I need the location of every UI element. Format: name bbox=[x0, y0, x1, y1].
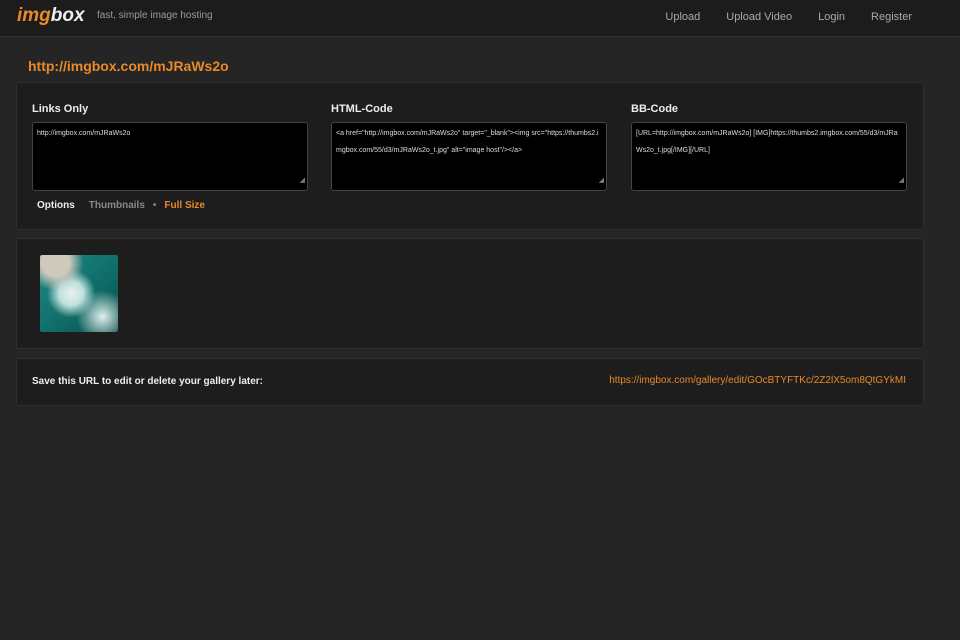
logo[interactable]: imgbox bbox=[17, 5, 85, 27]
options-bar: Options Thumbnails • Full Size bbox=[37, 200, 205, 211]
nav-upload-video[interactable]: Upload Video bbox=[726, 11, 792, 23]
nav-upload[interactable]: Upload bbox=[665, 11, 700, 23]
nav-register[interactable]: Register bbox=[871, 11, 912, 23]
bb-code-text: [URL=http://imgbox.com/mJRaWs2o] [IMG]ht… bbox=[636, 130, 898, 154]
resize-grip-icon[interactable]: ◢ bbox=[899, 172, 904, 189]
nav-login[interactable]: Login bbox=[818, 11, 845, 23]
edit-gallery-link[interactable]: https://imgbox.com/gallery/edit/GOcBTYFT… bbox=[609, 375, 906, 386]
links-only-textarea[interactable]: http://imgbox.com/mJRaWs2o ◢ bbox=[32, 122, 308, 191]
options-label: Options bbox=[37, 200, 75, 211]
gallery-link[interactable]: http://imgbox.com/mJRaWs2o bbox=[28, 58, 229, 74]
html-code-label: HTML-Code bbox=[331, 103, 393, 115]
bb-code-section: BB-Code [URL=http://imgbox.com/mJRaWs2o]… bbox=[631, 103, 907, 191]
bb-code-label: BB-Code bbox=[631, 103, 679, 115]
image-thumbnail[interactable] bbox=[40, 255, 118, 332]
html-code-textarea[interactable]: <a href="http://imgbox.com/mJRaWs2o" tar… bbox=[331, 122, 607, 191]
resize-grip-icon[interactable]: ◢ bbox=[300, 172, 305, 189]
html-code-section: HTML-Code <a href="http://imgbox.com/mJR… bbox=[331, 103, 607, 191]
save-url-text: Save this URL to edit or delete your gal… bbox=[32, 376, 263, 387]
save-url-panel: Save this URL to edit or delete your gal… bbox=[16, 358, 924, 406]
full-size-option[interactable]: Full Size bbox=[164, 200, 205, 211]
codes-panel: Links Only http://imgbox.com/mJRaWs2o ◢ H… bbox=[16, 82, 924, 230]
links-only-section: Links Only http://imgbox.com/mJRaWs2o ◢ bbox=[32, 103, 308, 191]
top-nav: Upload Upload Video Login Register bbox=[665, 11, 912, 23]
bb-code-textarea[interactable]: [URL=http://imgbox.com/mJRaWs2o] [IMG]ht… bbox=[631, 122, 907, 191]
header: imgbox fast, simple image hosting Upload… bbox=[0, 0, 960, 37]
html-code-text: <a href="http://imgbox.com/mJRaWs2o" tar… bbox=[336, 130, 599, 154]
resize-grip-icon[interactable]: ◢ bbox=[599, 172, 604, 189]
thumbnails-option[interactable]: Thumbnails bbox=[89, 200, 145, 211]
thumbnails-panel bbox=[16, 238, 924, 349]
links-only-label: Links Only bbox=[32, 103, 89, 115]
links-only-text: http://imgbox.com/mJRaWs2o bbox=[37, 130, 131, 137]
options-separator: • bbox=[152, 200, 157, 211]
tagline: fast, simple image hosting bbox=[97, 10, 213, 21]
